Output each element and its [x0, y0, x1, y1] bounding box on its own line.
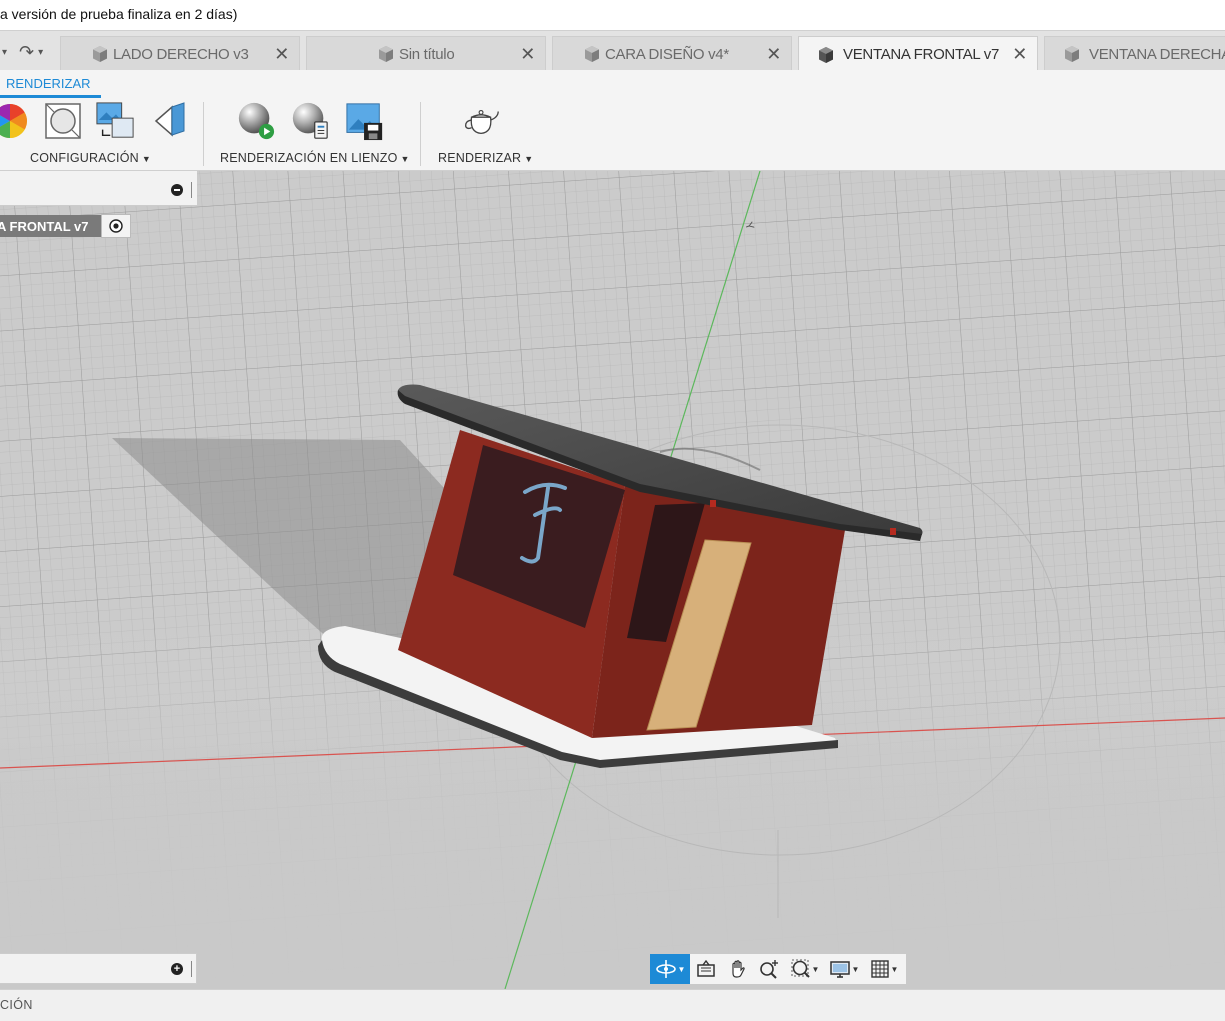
fusion-window: { "window": { "title_text": "a versión d…	[0, 0, 1225, 1021]
orbit-button[interactable]: ▼	[650, 954, 690, 984]
component-cube-icon	[819, 46, 833, 63]
orbit-icon	[655, 960, 676, 978]
render-button[interactable]	[462, 100, 502, 142]
capture-image-button[interactable]	[345, 100, 385, 142]
close-tab-icon[interactable]: ✕	[274, 44, 289, 65]
decal-button[interactable]	[150, 100, 190, 142]
undo-redo-group: ▾ ↷ ▾	[0, 39, 58, 65]
chevron-down-icon: ▼	[141, 154, 151, 164]
panel-drag-handle[interactable]	[191, 961, 193, 977]
zoom-window-button[interactable]: ▼	[786, 954, 824, 984]
roof-red-marker	[890, 528, 896, 535]
scene-settings-button[interactable]	[95, 100, 135, 142]
start-canvas-render-button[interactable]	[236, 100, 276, 142]
collapse-panel-icon[interactable]	[171, 184, 183, 196]
tab-renderizar[interactable]: RENDERIZAR	[0, 72, 101, 98]
ribbon-divider	[203, 102, 204, 166]
zoom-icon	[760, 960, 778, 979]
status-text: CIÓN	[0, 998, 33, 1012]
expand-panel-icon[interactable]: +	[171, 963, 183, 975]
component-cube-icon	[585, 46, 599, 62]
tab-ventana-derecha[interactable]: VENTANA DERECHA	[1044, 36, 1225, 71]
canvas-render-settings-icon	[292, 102, 328, 139]
tab-label: VENTANA DERECHA	[1089, 45, 1225, 63]
redo-icon[interactable]: ↷	[19, 42, 34, 63]
component-cube-icon	[379, 46, 393, 62]
ribbon-divider	[420, 102, 421, 166]
chevron-down-icon: ▼	[811, 964, 820, 974]
close-tab-icon[interactable]: ✕	[1012, 44, 1027, 65]
render-group-text: RENDERIZAR	[438, 151, 522, 165]
toolbar-ribbon: RENDERIZAR CONFIGURACIÓN ▼ RENDERIZACIÓN…	[0, 70, 1225, 171]
appearance-button[interactable]	[0, 100, 30, 142]
redo-dropdown-icon[interactable]: ▾	[38, 47, 43, 58]
tab-label: Sin título	[399, 45, 455, 63]
capture-image-icon	[346, 103, 383, 141]
physical-material-icon	[45, 103, 81, 139]
chevron-down-icon: ▼	[400, 154, 410, 164]
chevron-down-icon: ▼	[524, 154, 534, 164]
title-bar: a versión de prueba finaliza en 2 días)	[0, 0, 1225, 30]
comments-panel-header: +	[0, 953, 197, 984]
canvas-render-group-text: RENDERIZACIÓN EN LIENZO	[220, 151, 398, 165]
activate-component-button[interactable]	[101, 214, 131, 238]
tab-label: LADO DERECHO v3	[113, 45, 249, 63]
navigation-bar: ▼ ▼ ▼ ▼	[649, 953, 907, 985]
look-at-icon	[697, 960, 715, 977]
display-settings-button[interactable]: ▼	[824, 954, 864, 984]
pan-icon	[732, 960, 745, 978]
document-node-label: A FRONTAL v7	[0, 215, 101, 237]
setup-group-label[interactable]: CONFIGURACIÓN ▼	[30, 151, 151, 165]
grid-settings-button[interactable]: ▼	[864, 954, 904, 984]
start-canvas-render-icon	[238, 102, 275, 140]
component-cube-icon	[1065, 46, 1079, 62]
appearance-wheel-icon	[0, 104, 27, 138]
tab-sin-titulo[interactable]: Sin título ✕	[306, 36, 546, 71]
render-teapot-icon	[465, 109, 499, 135]
render-group-label[interactable]: RENDERIZAR ▼	[438, 151, 533, 165]
roof-red-marker	[710, 500, 716, 507]
tab-label: CARA DISEÑO v4*	[605, 45, 729, 63]
browser-panel-header	[0, 171, 197, 206]
tab-label: VENTANA FRONTAL v7	[843, 46, 1000, 63]
component-cube-icon	[93, 46, 107, 62]
zoom-window-icon	[791, 959, 810, 978]
tab-ventana-frontal[interactable]: VENTANA FRONTAL v7 ✕	[798, 36, 1038, 72]
tab-cara-diseno[interactable]: CARA DISEÑO v4* ✕	[552, 36, 792, 71]
display-settings-icon	[829, 961, 850, 978]
status-bar: CIÓN	[0, 989, 1225, 1021]
tab-lado-derecho[interactable]: LADO DERECHO v3 ✕	[60, 36, 300, 71]
document-tab-bar: ▾ ↷ ▾ LADO DERECHO v3 ✕ Sin título ✕ CAR…	[0, 30, 1225, 72]
canvas-render-settings-button[interactable]	[290, 100, 330, 142]
radio-target-icon	[109, 219, 123, 233]
chevron-down-icon: ▼	[677, 964, 686, 974]
canvas-render-group-label[interactable]: RENDERIZACIÓN EN LIENZO ▼	[220, 151, 410, 165]
setup-group-text: CONFIGURACIÓN	[30, 151, 139, 165]
scene-settings-icon	[96, 102, 134, 138]
chevron-down-icon: ▼	[851, 964, 860, 974]
panel-drag-handle[interactable]	[191, 182, 193, 198]
close-tab-icon[interactable]: ✕	[766, 44, 781, 65]
pan-button[interactable]	[722, 954, 754, 984]
physical-material-button[interactable]	[43, 100, 83, 142]
chevron-down-icon: ▼	[890, 964, 899, 974]
zoom-button[interactable]	[754, 954, 786, 984]
window-title: a versión de prueba finaliza en 2 días)	[0, 6, 238, 22]
scene-render: Y	[0, 171, 1225, 989]
grid-settings-icon	[870, 960, 889, 978]
browser-document-node[interactable]: A FRONTAL v7	[0, 214, 131, 238]
decal-icon	[154, 102, 185, 137]
look-at-button[interactable]	[690, 954, 722, 984]
close-tab-icon[interactable]: ✕	[520, 44, 535, 65]
undo-dropdown-icon[interactable]: ▾	[2, 47, 7, 58]
3d-canvas[interactable]: Y	[0, 171, 1225, 989]
